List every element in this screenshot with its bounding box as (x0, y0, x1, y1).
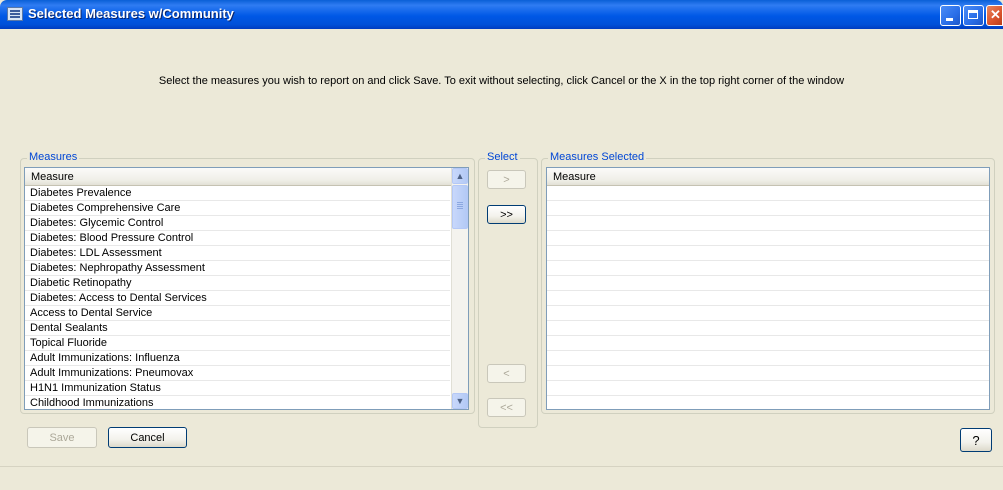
move-left-button[interactable]: < (487, 364, 526, 383)
list-item[interactable]: Adult Immunizations: Influenza (25, 351, 450, 366)
empty-list-row (547, 276, 989, 291)
list-item[interactable]: Topical Fluoride (25, 336, 450, 351)
empty-list-row (547, 381, 989, 396)
list-item[interactable]: Diabetes Comprehensive Care (25, 201, 450, 216)
save-button[interactable]: Save (27, 427, 97, 448)
measures-column-header[interactable]: Measure (25, 168, 468, 186)
empty-list-row (547, 336, 989, 351)
measures-list[interactable]: Measure Diabetes Prevalence Diabetes Comp… (24, 167, 469, 410)
empty-list-row (547, 396, 989, 409)
list-item[interactable]: Diabetes Prevalence (25, 186, 450, 201)
empty-list-row (547, 231, 989, 246)
empty-list-row (547, 186, 989, 201)
measures-rows: Diabetes Prevalence Diabetes Comprehensiv… (25, 186, 450, 409)
empty-list-row (547, 216, 989, 231)
empty-list-row (547, 291, 989, 306)
empty-list-row (547, 306, 989, 321)
list-item[interactable]: Diabetes: LDL Assessment (25, 246, 450, 261)
selected-rows (547, 186, 989, 409)
window-title: Selected Measures w/Community (28, 6, 234, 21)
minimize-button[interactable] (940, 5, 961, 26)
move-all-right-button[interactable]: >> (487, 205, 526, 224)
chevron-down-icon: ▼ (455, 396, 465, 406)
help-button[interactable]: ? (960, 428, 992, 452)
list-item[interactable]: Access to Dental Service (25, 306, 450, 321)
empty-list-row (547, 351, 989, 366)
cancel-button[interactable]: Cancel (108, 427, 187, 448)
measures-selected-group-label: Measures Selected (548, 151, 647, 163)
list-item[interactable]: Adult Immunizations: Pneumovax (25, 366, 450, 381)
list-item[interactable]: Diabetes: Blood Pressure Control (25, 231, 450, 246)
list-item[interactable]: Dental Sealants (25, 321, 450, 336)
select-group: Select (478, 151, 538, 428)
measures-group-label: Measures (27, 151, 80, 163)
move-right-button[interactable]: > (487, 170, 526, 189)
close-button[interactable] (986, 5, 1003, 26)
empty-list-row (547, 261, 989, 276)
instruction-text: Select the measures you wish to report o… (158, 75, 845, 87)
empty-list-row (547, 246, 989, 261)
empty-list-row (547, 201, 989, 216)
scroll-thumb[interactable] (452, 185, 468, 229)
selected-column-header[interactable]: Measure (547, 168, 989, 186)
measures-scrollbar[interactable]: ▲ ▼ (451, 168, 468, 409)
list-item[interactable]: Diabetic Retinopathy (25, 276, 450, 291)
chevron-up-icon: ▲ (455, 171, 465, 181)
maximize-button[interactable] (963, 5, 984, 26)
move-all-left-button[interactable]: << (487, 398, 526, 417)
scroll-down-button[interactable]: ▼ (452, 393, 468, 409)
list-item[interactable]: H1N1 Immunization Status (25, 381, 450, 396)
empty-list-row (547, 321, 989, 336)
status-bar (0, 466, 1003, 490)
list-item[interactable]: Diabetes: Access to Dental Services (25, 291, 450, 306)
select-group-label: Select (485, 151, 520, 163)
list-item[interactable]: Childhood Immunizations (25, 396, 450, 409)
scroll-up-button[interactable]: ▲ (452, 168, 468, 184)
empty-list-row (547, 366, 989, 381)
title-bar[interactable]: Selected Measures w/Community (0, 0, 1003, 29)
list-item[interactable]: Diabetes: Glycemic Control (25, 216, 450, 231)
app-icon (7, 7, 23, 21)
list-item[interactable]: Diabetes: Nephropathy Assessment (25, 261, 450, 276)
measures-selected-list[interactable]: Measure (546, 167, 990, 410)
